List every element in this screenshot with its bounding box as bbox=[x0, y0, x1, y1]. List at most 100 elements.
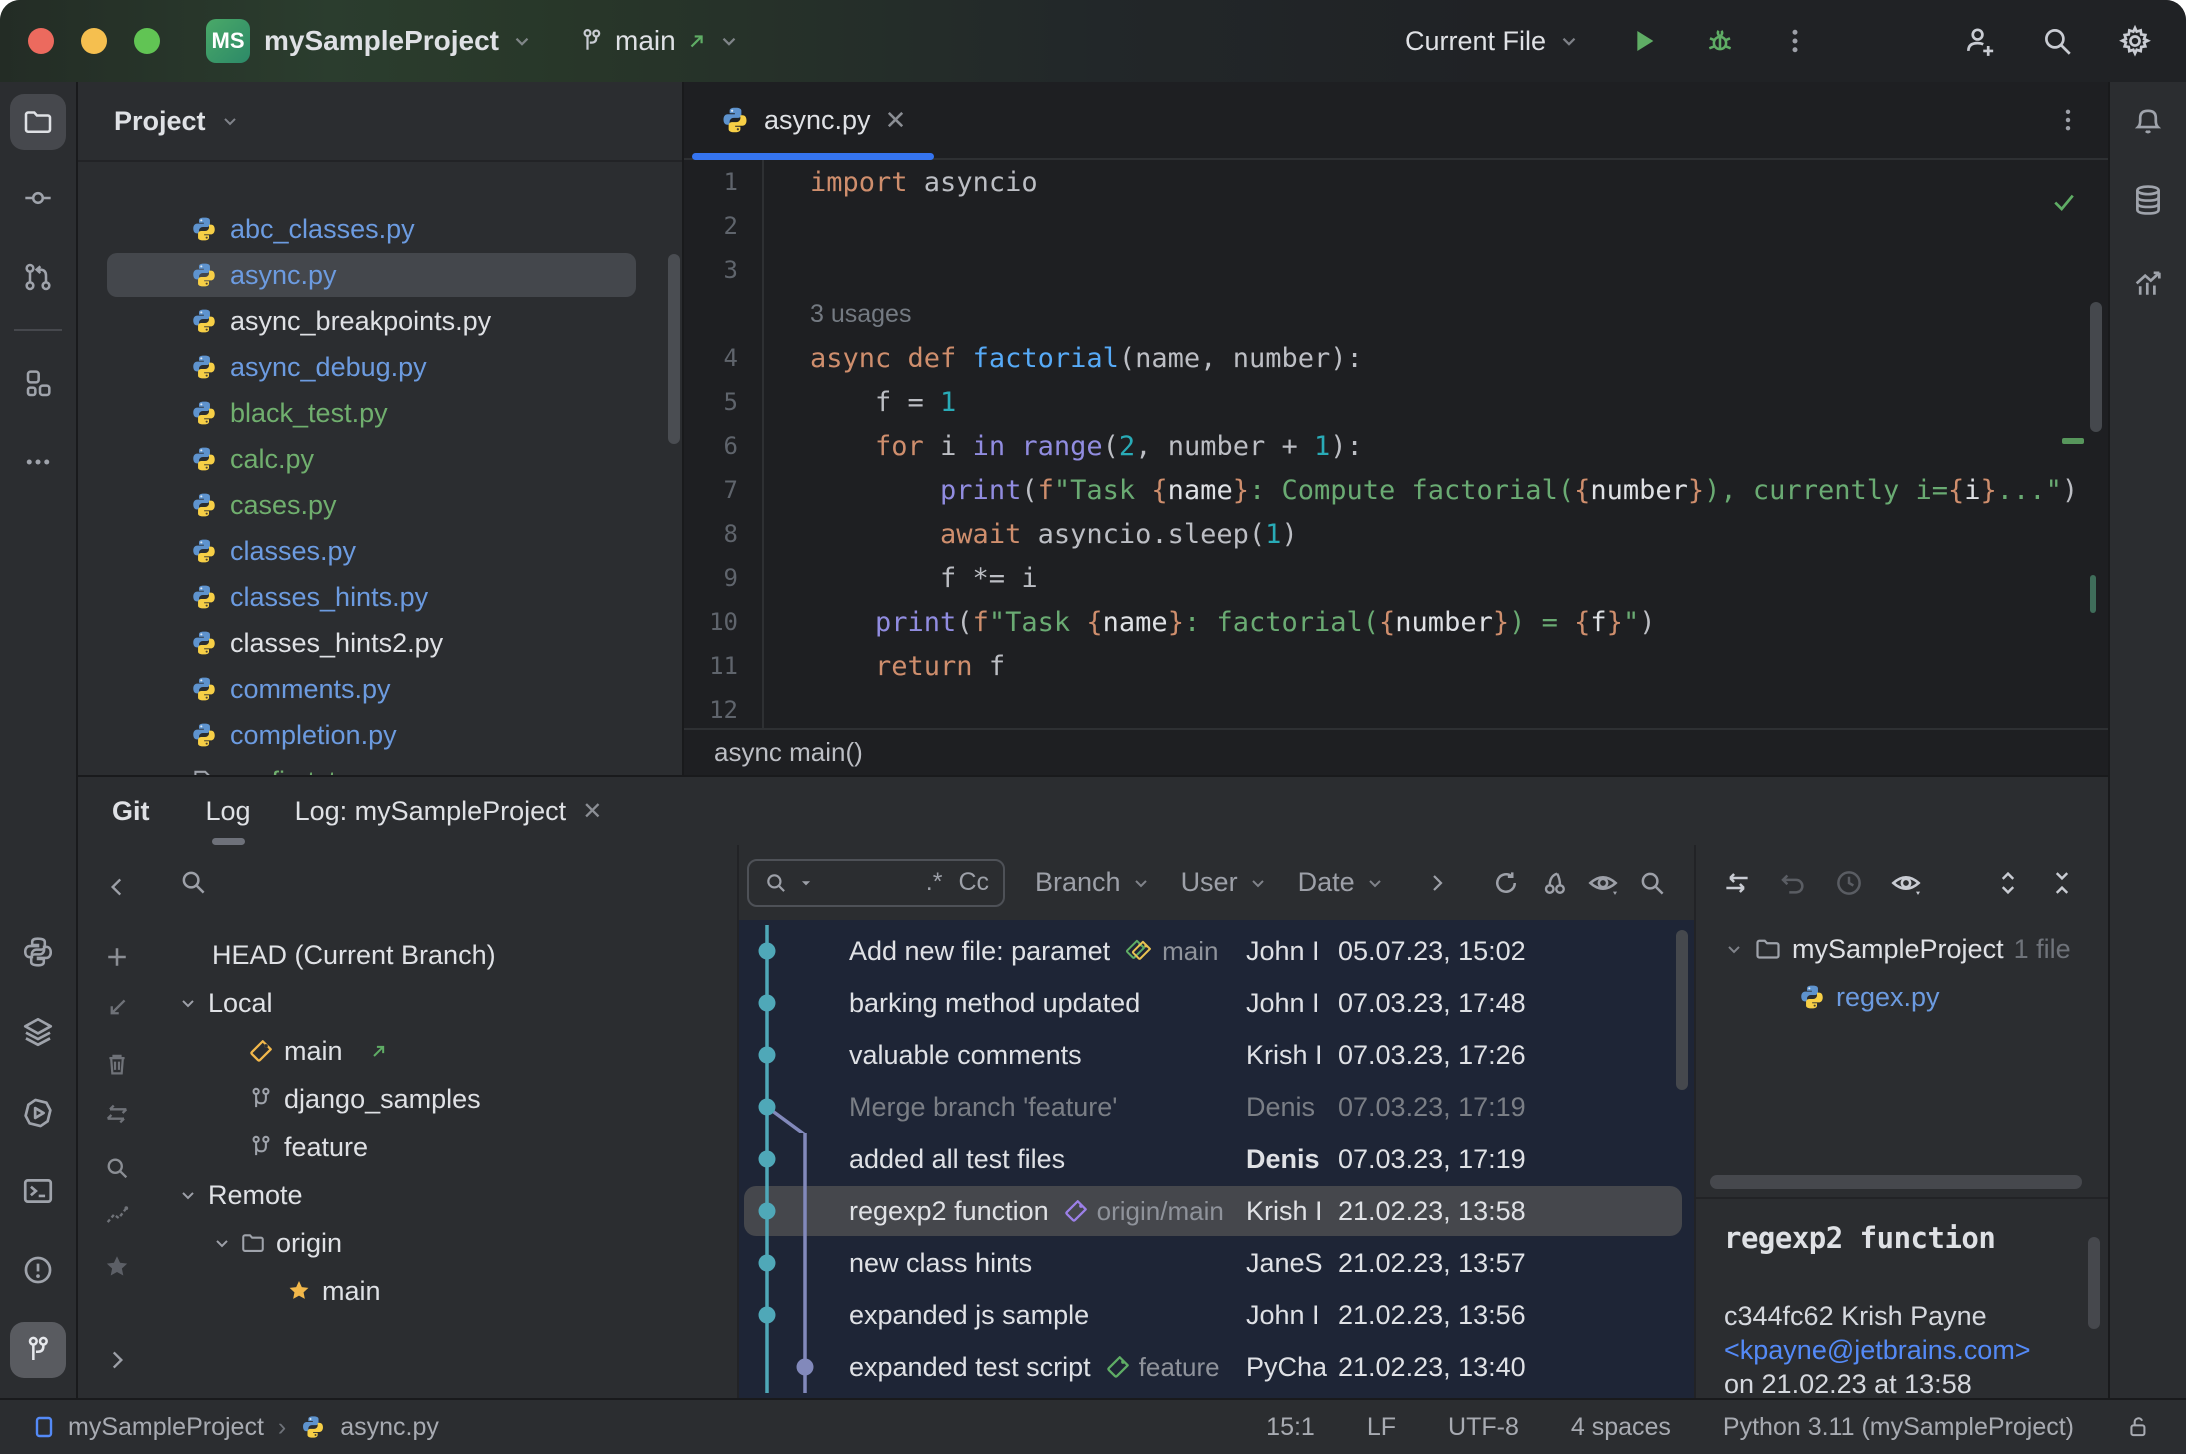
code-line[interactable]: 8 await asyncio.sleep(1) bbox=[684, 512, 2108, 556]
structure-tool-button[interactable] bbox=[22, 367, 54, 399]
code-line[interactable]: 3 bbox=[684, 248, 2108, 292]
match-case-toggle[interactable]: Cc bbox=[958, 868, 989, 897]
branch-row-remote[interactable]: Remote bbox=[156, 1171, 737, 1219]
preview-diff-eye-icon[interactable] bbox=[1890, 867, 1922, 899]
terminal-tool-button[interactable] bbox=[21, 1174, 55, 1208]
expand-toolbar-icon[interactable] bbox=[104, 1347, 130, 1373]
commit-author-email-link[interactable]: <kpayne@jetbrains.com> bbox=[1724, 1335, 2031, 1365]
details-scrollbar[interactable] bbox=[2088, 1237, 2100, 1329]
branch-row-head-current-branch-[interactable]: HEAD (Current Branch) bbox=[156, 931, 737, 979]
project-file-async.py[interactable]: async.py bbox=[78, 252, 682, 298]
project-file-calc.py[interactable]: calc.py bbox=[78, 436, 682, 482]
run-configuration-selector[interactable]: Current File bbox=[1405, 26, 1580, 57]
debug-button[interactable] bbox=[1682, 25, 1758, 57]
services-tool-button[interactable] bbox=[21, 1096, 55, 1130]
branch-row-django-samples[interactable]: django_samples bbox=[156, 1075, 737, 1123]
project-file-async_breakpoints.py[interactable]: async_breakpoints.py bbox=[78, 298, 682, 344]
inspections-ok-icon[interactable] bbox=[2050, 188, 2078, 216]
code-line[interactable]: 5 f = 1 bbox=[684, 380, 2108, 424]
code-line[interactable]: 1 import asyncio bbox=[684, 160, 2108, 204]
commit-row[interactable]: added all test files Denis 07.03.23, 17:19 bbox=[739, 1133, 1694, 1185]
checkout-icon[interactable] bbox=[103, 994, 131, 1022]
notifications-button[interactable] bbox=[2131, 103, 2165, 137]
code-line[interactable]: 4 async def factorial(name, number): bbox=[684, 336, 2108, 380]
maximize-window-button[interactable] bbox=[134, 28, 160, 54]
hide-branches-icon[interactable] bbox=[104, 874, 130, 900]
status-breadcrumb-project[interactable]: mySampleProject bbox=[68, 1413, 264, 1442]
branch-row-main[interactable]: main bbox=[156, 1027, 737, 1075]
status-item[interactable]: 4 spaces bbox=[1571, 1413, 1671, 1442]
code-line[interactable]: 2 bbox=[684, 204, 2108, 248]
project-file-classes.py[interactable]: classes.py bbox=[78, 528, 682, 574]
project-file-completion.py[interactable]: completion.py bbox=[78, 712, 682, 758]
project-file-classes_hints2.py[interactable]: classes_hints2.py bbox=[78, 620, 682, 666]
more-actions-button[interactable] bbox=[1758, 26, 1832, 56]
code-line[interactable]: 9 f *= i bbox=[684, 556, 2108, 600]
macos-traffic-lights[interactable] bbox=[28, 28, 160, 54]
git-tool-button[interactable] bbox=[10, 1322, 66, 1378]
commit-tool-button[interactable] bbox=[22, 182, 54, 214]
changed-files-root[interactable]: mySampleProject 1 file bbox=[1696, 925, 2108, 973]
settings-button[interactable] bbox=[2096, 24, 2174, 58]
project-file-comments.py[interactable]: comments.py bbox=[78, 666, 682, 712]
code-with-me-button[interactable] bbox=[1940, 24, 2018, 58]
problems-tool-button[interactable] bbox=[21, 1253, 55, 1287]
more-tool-windows-button[interactable] bbox=[23, 447, 53, 477]
status-item[interactable]: UTF-8 bbox=[1448, 1413, 1519, 1442]
editor-scrollbar[interactable] bbox=[2090, 302, 2102, 432]
code-line[interactable]: 10 print(f"Task {name}: factorial({numbe… bbox=[684, 600, 2108, 644]
project-tool-button[interactable] bbox=[10, 94, 66, 150]
project-widget[interactable]: mySampleProject bbox=[264, 25, 533, 57]
code-inlay-row[interactable]: 3 usages bbox=[684, 292, 2108, 336]
new-branch-icon[interactable] bbox=[103, 943, 131, 971]
commit-list-scrollbar[interactable] bbox=[1676, 930, 1688, 1090]
branch-diagram-icon[interactable] bbox=[103, 1200, 131, 1228]
python-packages-tool-button[interactable] bbox=[21, 935, 55, 969]
commit-row[interactable]: regexp2 function origin/main Krish I 21.02.… bbox=[739, 1185, 1694, 1237]
sticky-context-line[interactable]: async main() bbox=[684, 728, 2108, 775]
tab-log-project[interactable]: Log: mySampleProject ✕ bbox=[295, 777, 603, 845]
status-breadcrumb-file[interactable]: async.py bbox=[340, 1413, 439, 1442]
editor-tab-async-py[interactable]: async.py ✕ bbox=[692, 82, 935, 160]
project-scrollbar[interactable] bbox=[668, 254, 680, 444]
compare-branches-icon[interactable] bbox=[103, 1100, 131, 1128]
collapse-all-icon[interactable] bbox=[2048, 869, 2076, 897]
code-line[interactable]: 6 for i in range(2, number + 1): bbox=[684, 424, 2108, 468]
project-file-async_debug.py[interactable]: async_debug.py bbox=[78, 344, 682, 390]
close-tab-icon[interactable]: ✕ bbox=[885, 105, 907, 136]
branch-row-feature[interactable]: feature bbox=[156, 1123, 737, 1171]
code-line[interactable]: 11 return f bbox=[684, 644, 2108, 688]
minimize-window-button[interactable] bbox=[81, 28, 107, 54]
branch-widget[interactable]: main bbox=[577, 25, 740, 57]
search-branches-icon[interactable] bbox=[103, 1154, 131, 1182]
changed-file-row[interactable]: regex.py bbox=[1696, 973, 2108, 1021]
commit-row[interactable]: barking method updated John I 07.03.23, 17… bbox=[739, 977, 1694, 1029]
compare-with-local-icon[interactable] bbox=[1722, 868, 1752, 898]
close-tab-icon[interactable]: ✕ bbox=[582, 797, 602, 826]
search-everywhere-button[interactable] bbox=[2018, 24, 2096, 58]
project-file-abc_classes.py[interactable]: abc_classes.py bbox=[78, 206, 682, 252]
branch-row-origin[interactable]: origin bbox=[156, 1219, 737, 1267]
project-file-config.txt[interactable]: config.txt bbox=[78, 758, 682, 775]
more-filters-icon[interactable] bbox=[1425, 871, 1449, 895]
rollback-icon[interactable] bbox=[1778, 868, 1808, 898]
deep-traverse-icon[interactable] bbox=[1539, 868, 1569, 898]
favorite-branches-icon[interactable] bbox=[103, 1253, 131, 1281]
branch-row-main[interactable]: main bbox=[156, 1267, 737, 1315]
commit-row[interactable]: expanded js sample John I 21.02.23, 13:56 bbox=[739, 1289, 1694, 1341]
lock-open-icon[interactable] bbox=[2126, 1414, 2152, 1440]
commit-row[interactable]: expanded test script feature PyCha 21.02.23… bbox=[739, 1341, 1694, 1393]
regex-toggle[interactable]: .* bbox=[926, 868, 943, 897]
branch-filter[interactable]: Branch bbox=[1035, 867, 1151, 898]
tab-log[interactable]: Log bbox=[206, 777, 251, 845]
commit-row[interactable]: new class hints JaneS 21.02.23, 13:57 bbox=[739, 1237, 1694, 1289]
branch-row-local[interactable]: Local bbox=[156, 979, 737, 1027]
project-file-classes_hints.py[interactable]: classes_hints.py bbox=[78, 574, 682, 620]
expand-all-icon[interactable] bbox=[1994, 869, 2022, 897]
commit-row[interactable]: valuable comments Krish I 07.03.23, 17:26 bbox=[739, 1029, 1694, 1081]
search-history-caret-icon[interactable] bbox=[799, 876, 813, 890]
database-button[interactable] bbox=[2131, 183, 2165, 217]
go-to-hash-icon[interactable] bbox=[1637, 868, 1667, 898]
run-button[interactable] bbox=[1606, 25, 1682, 57]
user-filter[interactable]: User bbox=[1181, 867, 1268, 898]
